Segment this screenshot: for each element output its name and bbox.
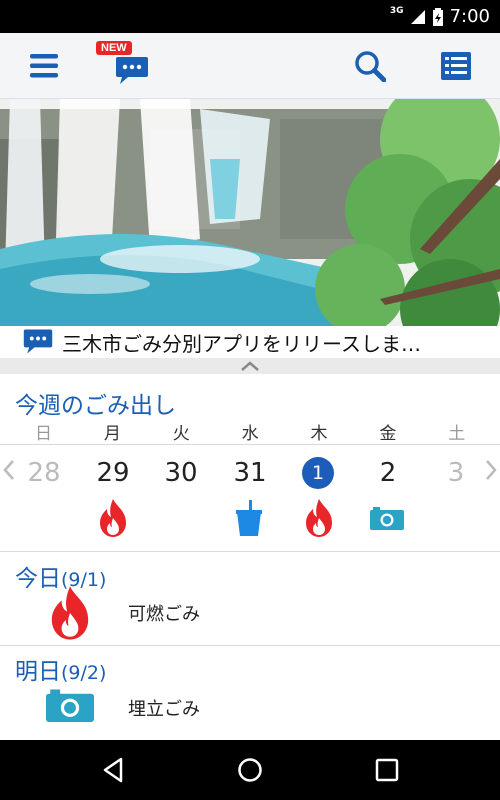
fire-icon [306,499,332,537]
divider [0,551,500,552]
menu-button[interactable] [14,33,74,99]
recents-icon [375,758,399,782]
tomorrow-item-label[interactable]: 埋立ごみ [128,695,200,721]
date-cell[interactable]: 30 [151,450,211,496]
today-item-label[interactable]: 可燃ごみ [128,600,200,626]
divider [0,645,500,646]
date-cell[interactable]: 28 [14,450,74,496]
back-button[interactable] [83,740,143,800]
home-icon [238,758,262,782]
menu-icon [30,54,58,78]
fire-icon [100,499,126,537]
date-cell[interactable]: 29 [83,450,143,496]
day-header-tue: 火 [172,424,190,444]
date-cell[interactable]: 3 [426,450,486,496]
waterfall-illustration [0,99,500,326]
signal-icon [410,9,425,24]
date-cell[interactable]: 31 [220,450,280,496]
recents-button[interactable] [357,740,417,800]
chat-icon [23,329,53,354]
fire-icon [51,586,89,640]
week-title: 今週のごみ出し [15,393,176,419]
day-header-thu: 木 [310,424,328,444]
list-icon [441,52,471,80]
camera-icon [46,689,94,722]
status-time: 7:00 [449,6,490,27]
tomorrow-date: (9/2) [61,662,107,684]
news-item[interactable]: 三木市ごみ分別アプリをリリースしま… [0,326,500,358]
banner-image[interactable] [0,99,500,326]
system-nav-bar [0,740,500,800]
search-button[interactable] [340,33,400,99]
day-header-fri: 金 [379,424,397,444]
day-header-sun: 日 [34,424,52,444]
day-of-week-header: 日 月 火 水 木 金 土 [0,419,500,445]
day-header-sat: 土 [448,424,466,444]
tomorrow-title: 明日(9/2) [15,652,106,686]
today-date-cell[interactable]: 1 [302,457,334,489]
chat-icon [116,57,148,84]
day-header-mon: 月 [103,424,121,444]
battery-icon [432,7,443,26]
search-icon [355,51,386,82]
list-button[interactable] [426,33,486,99]
day-header-wed: 水 [241,424,259,444]
tomorrow-label: 明日 [15,659,61,685]
collapse-handle[interactable] [0,358,500,374]
news-text: 三木市ごみ分別アプリをリリースしま… [62,331,421,356]
app-bar: NEW [0,33,500,99]
back-icon [103,757,123,783]
camera-icon [370,507,404,530]
network-type: 3G [389,5,404,16]
home-button[interactable] [220,740,280,800]
week-icons-row [0,498,500,542]
dates-row: 28 29 30 31 1 2 3 [0,450,500,496]
date-cell[interactable]: 2 [358,450,418,496]
bucket-icon [236,500,262,536]
chevron-up-icon [241,361,259,371]
new-badge: NEW [96,41,132,55]
status-bar: 3G 7:00 [0,0,500,33]
